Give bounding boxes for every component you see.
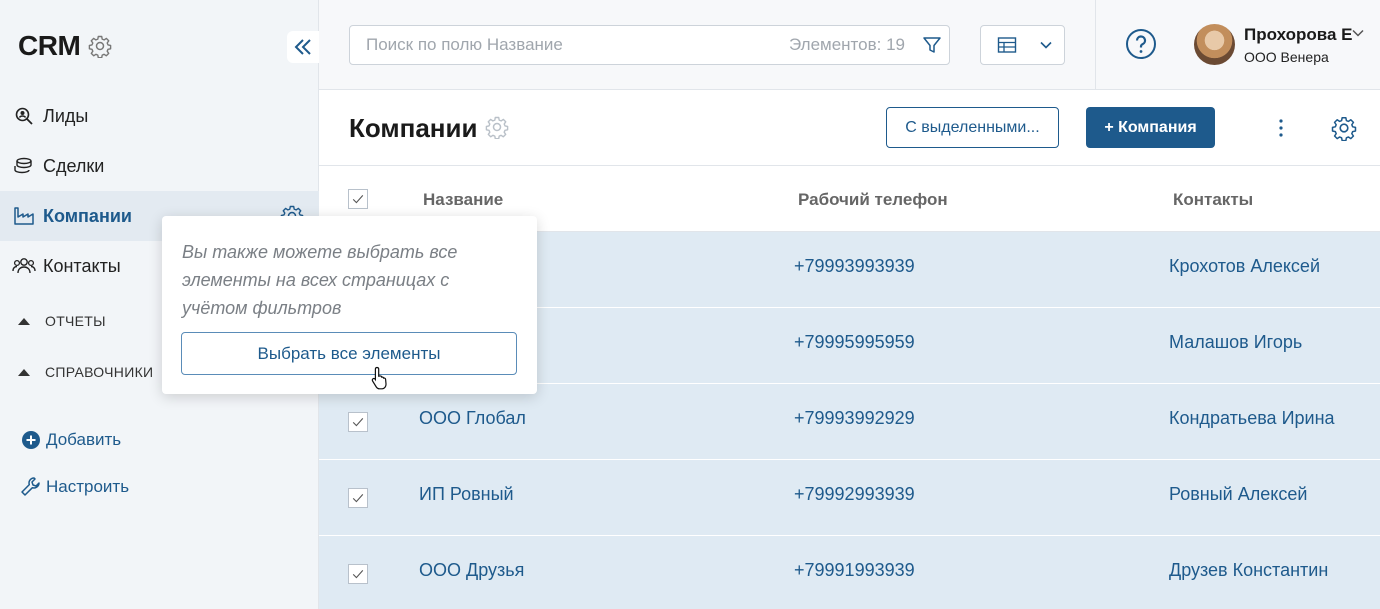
gear-icon[interactable]	[485, 115, 509, 139]
search-input[interactable]	[366, 35, 789, 55]
page-header: Компании С выделенными... + Компания	[319, 90, 1380, 166]
user-menu[interactable]: Прохорова Е ООО Венера	[1194, 24, 1364, 65]
gear-icon[interactable]	[1331, 115, 1357, 141]
user-name: Прохорова Е	[1244, 24, 1353, 44]
topbar: Элементов: 19 Прохорова Е ООО Венера	[319, 0, 1380, 90]
sidebar-item-label: Контакты	[43, 255, 121, 276]
sidebar-item-leads[interactable]: Лиды	[0, 91, 319, 141]
check-icon	[350, 566, 366, 582]
user-org: ООО Венера	[1244, 48, 1329, 65]
contact-link[interactable]: Крохотов Алексей	[1169, 256, 1320, 277]
filter-icon	[923, 37, 941, 53]
help-icon[interactable]	[1125, 28, 1157, 60]
configure-button[interactable]: Настроить	[18, 474, 129, 500]
group-label: ОТЧЕТЫ	[45, 313, 106, 329]
brand-title: CRM	[18, 30, 81, 61]
triangle-up-icon	[18, 317, 30, 325]
check-icon	[350, 191, 366, 207]
page-title: Компании	[349, 113, 478, 143]
add-company-button[interactable]: + Компания	[1086, 107, 1215, 148]
popover-text: Вы также можете выбрать все элементы на …	[182, 242, 458, 318]
column-header-contacts[interactable]: Контакты	[1173, 190, 1253, 210]
chevron-down-icon	[1040, 41, 1052, 49]
search-box: Элементов: 19	[349, 25, 950, 65]
sidebar-item-label: Лиды	[43, 105, 89, 126]
filter-button[interactable]	[915, 26, 949, 64]
column-header-phone[interactable]: Рабочий телефон	[798, 190, 948, 210]
group-label: СПРАВОЧНИКИ	[45, 364, 154, 380]
select-all-popover: Вы также можете выбрать все элементы на …	[162, 216, 537, 394]
column-header-name[interactable]: Название	[423, 190, 503, 210]
wrench-icon	[18, 474, 44, 500]
sidebar-group-directories[interactable]: СПРАВОЧНИКИ	[18, 364, 153, 380]
sidebar-item-label: Компании	[43, 205, 132, 226]
collapse-sidebar-button[interactable]	[287, 31, 319, 63]
phone-link[interactable]: +79995995959	[794, 332, 915, 353]
bulk-actions-button[interactable]: С выделенными...	[886, 107, 1059, 148]
table-row[interactable]: ООО Друзья +79991993939 Друзев Константин	[319, 536, 1380, 609]
table-row[interactable]: ИП Ровный +79992993939 Ровный Алексей	[319, 460, 1380, 536]
search-person-icon	[12, 104, 36, 128]
plus-circle-icon	[18, 427, 44, 453]
add-button[interactable]: Добавить	[18, 427, 121, 453]
factory-icon	[12, 204, 36, 228]
gear-icon[interactable]	[88, 34, 112, 58]
contact-link[interactable]: Малашов Игорь	[1169, 332, 1302, 353]
select-all-checkbox[interactable]	[348, 189, 368, 209]
triangle-up-icon	[18, 368, 30, 376]
configure-label: Настроить	[46, 477, 130, 496]
coins-icon	[12, 154, 36, 178]
chevron-down-icon	[1352, 29, 1364, 37]
sidebar-item-label: Сделки	[43, 155, 105, 176]
table-row[interactable]: ООО Глобал +79993992929 Кондратьева Ирина	[319, 384, 1380, 460]
more-vertical-icon[interactable]	[1274, 117, 1288, 139]
avatar	[1194, 24, 1235, 65]
row-checkbox[interactable]	[348, 564, 368, 584]
contact-link[interactable]: Друзев Константин	[1169, 560, 1328, 581]
table-icon	[997, 37, 1017, 53]
company-name-link[interactable]: ООО Друзья	[419, 560, 524, 581]
people-icon	[12, 254, 36, 278]
divider	[1095, 0, 1096, 90]
double-chevron-left-icon	[294, 39, 311, 55]
phone-link[interactable]: +79993993939	[794, 256, 915, 277]
check-icon	[350, 414, 366, 430]
add-label: Добавить	[46, 430, 122, 449]
row-checkbox[interactable]	[348, 488, 368, 508]
phone-link[interactable]: +79991993939	[794, 560, 915, 581]
company-name-link[interactable]: ИП Ровный	[419, 484, 514, 505]
check-icon	[350, 490, 366, 506]
select-all-elements-button[interactable]: Выбрать все элементы	[181, 332, 517, 375]
phone-link[interactable]: +79993992929	[794, 408, 915, 429]
contact-link[interactable]: Ровный Алексей	[1169, 484, 1307, 505]
row-checkbox[interactable]	[348, 412, 368, 432]
phone-link[interactable]: +79992993939	[794, 484, 915, 505]
company-name-link[interactable]: ООО Глобал	[419, 408, 526, 429]
brand: CRM	[18, 30, 112, 62]
sidebar-group-reports[interactable]: ОТЧЕТЫ	[18, 313, 106, 329]
contact-link[interactable]: Кондратьева Ирина	[1169, 408, 1335, 429]
view-mode-select[interactable]	[980, 25, 1065, 65]
hand-cursor-icon	[371, 366, 387, 390]
sidebar-item-deals[interactable]: Сделки	[0, 141, 319, 191]
element-count: Элементов: 19	[789, 35, 905, 54]
